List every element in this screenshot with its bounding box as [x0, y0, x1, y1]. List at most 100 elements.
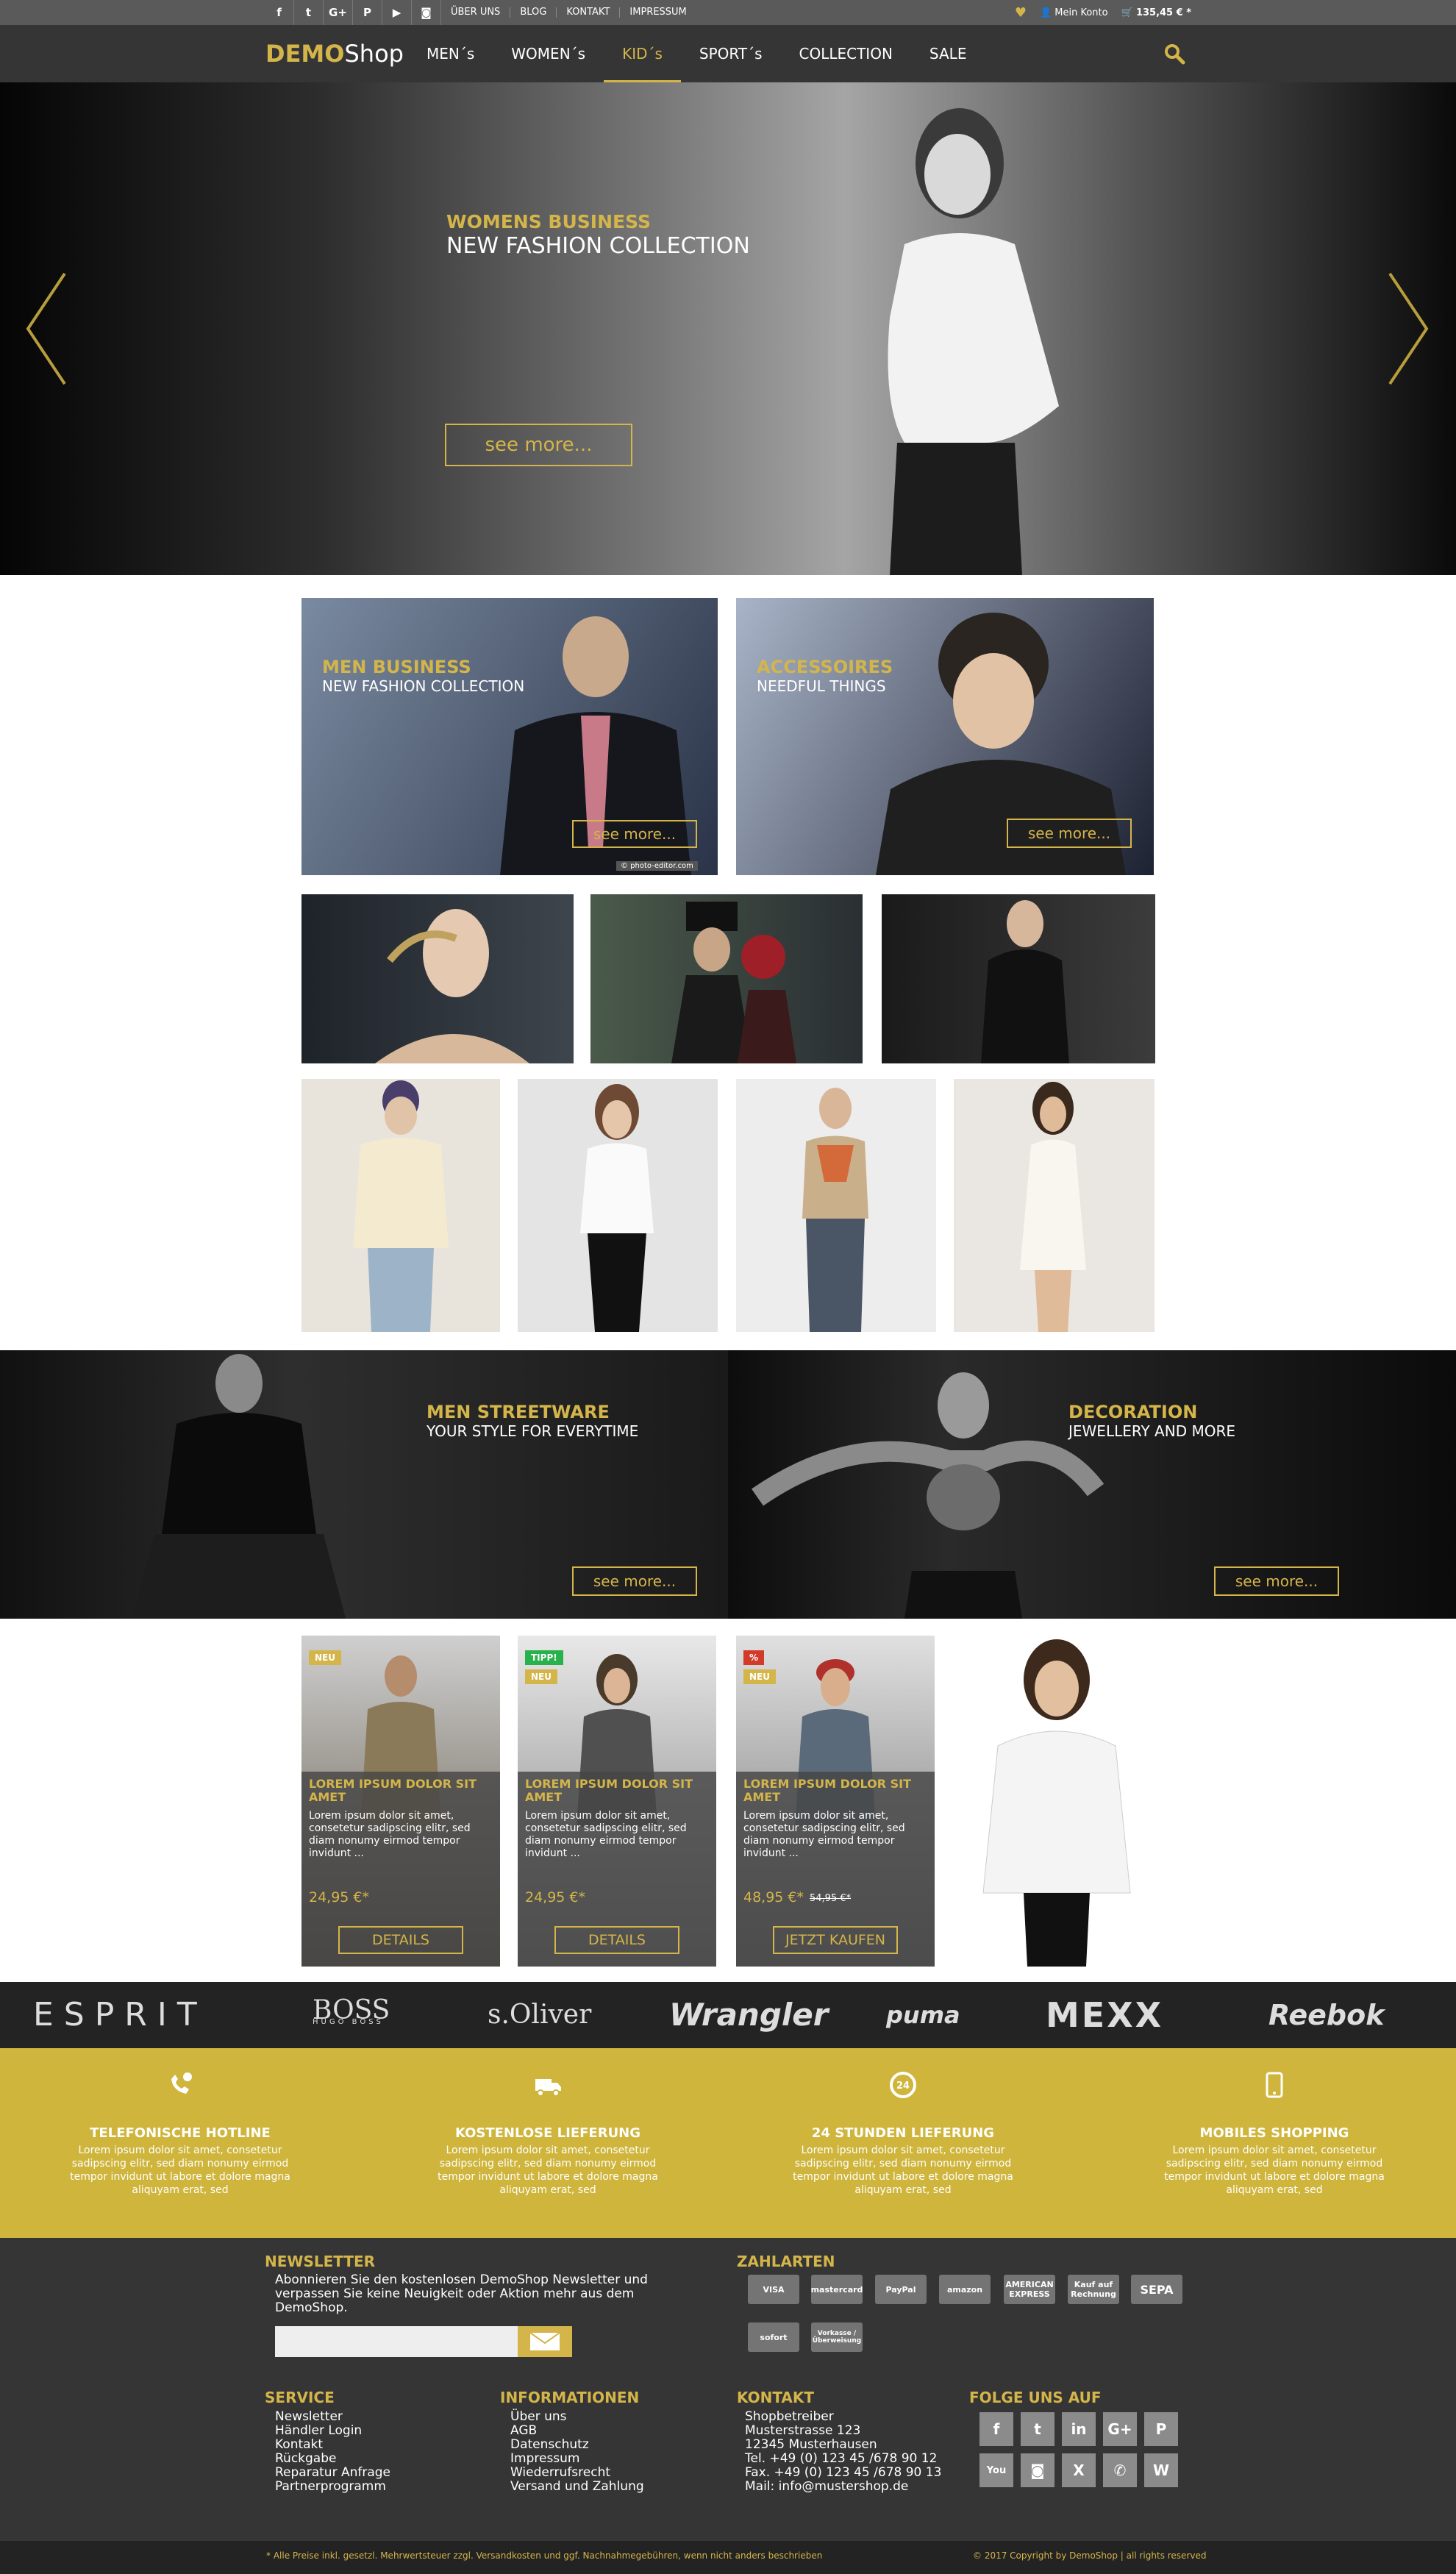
- pinterest-icon[interactable]: P: [1144, 2412, 1178, 2446]
- facebook-icon[interactable]: f: [265, 0, 294, 25]
- slider-next-arrow-icon[interactable]: [1382, 266, 1434, 391]
- contact-line: Musterstrasse 123: [745, 2423, 861, 2438]
- product-info: LOREM IPSUM DOLOR SIT AMET Lorem ipsum d…: [736, 1772, 935, 1967]
- feature-description: Lorem ipsum dolor sit amet, consetetur s…: [438, 2145, 658, 2196]
- details-button[interactable]: DETAILS: [554, 1926, 679, 1954]
- slider-prev-arrow-icon[interactable]: [21, 266, 72, 391]
- cart-icon: 🛒: [1121, 7, 1133, 18]
- brand-boss-sub: HUGO BOSS: [313, 2018, 384, 2026]
- image-tile-model-4[interactable]: [954, 1079, 1155, 1332]
- nav-item-mens[interactable]: MEN´s: [408, 25, 493, 82]
- youtube-icon[interactable]: ▶: [382, 0, 412, 25]
- search-icon[interactable]: [1163, 43, 1185, 65]
- product-price: 24,95 €*: [525, 1889, 586, 1905]
- image-tile-sweater-man[interactable]: [882, 894, 1155, 1063]
- info-link[interactable]: Impressum: [510, 2452, 644, 2466]
- badge-neu: NEU: [525, 1669, 557, 1684]
- bottom-bar: * Alle Preise inkl. gesetzl. Mehrwertste…: [0, 2541, 1456, 2574]
- info-link[interactable]: Über uns: [510, 2410, 644, 2424]
- product-card[interactable]: TIPP! NEU LOREM IPSUM DOLOR SIT AMET Lor…: [518, 1636, 716, 1967]
- account-link[interactable]: 👤 Mein Konto: [1040, 7, 1108, 18]
- linkedin-icon[interactable]: in: [1062, 2412, 1096, 2446]
- info-link[interactable]: Datenschutz: [510, 2438, 644, 2452]
- newsletter-submit-button[interactable]: [518, 2326, 572, 2357]
- decoration-see-more-button[interactable]: see more...: [1214, 1566, 1339, 1596]
- streetware-see-more-button[interactable]: see more...: [572, 1566, 697, 1596]
- badge-tipp: TIPP!: [525, 1650, 563, 1665]
- brand-wrangler[interactable]: Wrangler: [669, 1982, 828, 2048]
- contact-email-link[interactable]: Mail: info@mustershop.de: [745, 2480, 941, 2494]
- price-disclaimer: * Alle Preise inkl. gesetzl. Mehrwertste…: [266, 2550, 823, 2561]
- service-link[interactable]: Kontakt: [275, 2438, 390, 2452]
- brand-puma[interactable]: puma: [886, 1982, 960, 2048]
- service-link[interactable]: Rückgabe: [275, 2452, 390, 2466]
- account-label: Mein Konto: [1054, 7, 1108, 18]
- heart-icon[interactable]: ♥: [1015, 5, 1027, 21]
- newsletter-email-input[interactable]: [275, 2326, 518, 2357]
- wordpress-icon[interactable]: W: [1144, 2453, 1178, 2487]
- nav-item-sale[interactable]: SALE: [911, 25, 985, 82]
- googleplus-icon[interactable]: G+: [1103, 2412, 1137, 2446]
- tile-subtitle: NEEDFUL THINGS: [757, 677, 886, 695]
- image-tile-model-1[interactable]: [301, 1079, 500, 1332]
- link-ueber-uns[interactable]: ÜBER UNS: [441, 7, 511, 18]
- banner-men-streetware[interactable]: MEN STREETWARE YOUR STYLE FOR EVERYTIME …: [0, 1350, 728, 1619]
- hero-see-more-button[interactable]: see more...: [445, 424, 632, 466]
- facebook-icon[interactable]: f: [979, 2412, 1013, 2446]
- service-link[interactable]: Händler Login: [275, 2424, 390, 2438]
- service-link[interactable]: Partnerprogramm: [275, 2480, 390, 2494]
- image-tile-model-2[interactable]: [518, 1079, 718, 1332]
- twitter-icon[interactable]: t: [1021, 2412, 1054, 2446]
- tile-subtitle: NEW FASHION COLLECTION: [322, 677, 525, 695]
- men-business-see-more-button[interactable]: see more...: [572, 820, 697, 848]
- pinterest-icon[interactable]: P: [353, 0, 382, 25]
- youtube-icon[interactable]: You: [979, 2453, 1013, 2487]
- logo-bold: DEMO: [265, 40, 345, 68]
- nav-item-sports[interactable]: SPORT´s: [681, 25, 781, 82]
- brand-mexx[interactable]: MEXX: [1046, 1982, 1163, 2048]
- brand-soliver[interactable]: s.Oliver: [488, 1982, 591, 2048]
- product-info: LOREM IPSUM DOLOR SIT AMET Lorem ipsum d…: [301, 1772, 500, 1967]
- model-1-photo: [353, 1080, 449, 1332]
- tile-accessoires[interactable]: ACCESSOIRES NEEDFUL THINGS see more...: [736, 598, 1154, 875]
- product-card[interactable]: NEU LOREM IPSUM DOLOR SIT AMET Lorem ips…: [301, 1636, 500, 1967]
- info-link[interactable]: Wiederrufsrecht: [510, 2466, 644, 2480]
- instagram-icon[interactable]: ◙: [1021, 2453, 1054, 2487]
- newsletter-heading: NEWSLETTER: [265, 2253, 376, 2270]
- image-tile-jewellery-woman[interactable]: [301, 894, 574, 1063]
- feature-title: KOSTENLOSE LIEFERUNG: [454, 2125, 641, 2141]
- info-link[interactable]: Versand und Zahlung: [510, 2480, 644, 2494]
- nav-menu: MEN´s WOMEN´s KID´s SPORT´s COLLECTION S…: [408, 25, 985, 82]
- service-link[interactable]: Reparatur Anfrage: [275, 2466, 390, 2480]
- contact-list: Shopbetreiber Musterstrasse 123 12345 Mu…: [745, 2410, 941, 2494]
- nav-item-collection[interactable]: COLLECTION: [781, 25, 911, 82]
- details-button[interactable]: DETAILS: [338, 1926, 463, 1954]
- payment-prepayment: Vorkasse / Überweisung: [811, 2322, 863, 2352]
- xing-icon[interactable]: X: [1062, 2453, 1096, 2487]
- product-card[interactable]: % NEU LOREM IPSUM DOLOR SIT AMET Lorem i…: [736, 1636, 935, 1967]
- twitter-icon[interactable]: t: [294, 0, 324, 25]
- link-kontakt[interactable]: KONTAKT: [557, 7, 621, 18]
- instagram-icon[interactable]: ◙: [412, 0, 441, 25]
- nav-item-kids[interactable]: KID´s: [604, 25, 681, 82]
- link-blog[interactable]: BLOG: [510, 7, 557, 18]
- banner-decoration[interactable]: DECORATION JEWELLERY AND MORE see more..…: [728, 1350, 1456, 1619]
- payment-amazon: amazon: [939, 2275, 991, 2304]
- info-link[interactable]: AGB: [510, 2424, 644, 2438]
- shop-logo[interactable]: DEMOShop: [265, 40, 404, 68]
- accessoires-see-more-button[interactable]: see more...: [1007, 819, 1132, 848]
- buy-now-button[interactable]: JETZT KAUFEN: [773, 1926, 898, 1954]
- service-link[interactable]: Newsletter: [275, 2410, 390, 2424]
- service-list: Newsletter Händler Login Kontakt Rückgab…: [275, 2410, 390, 2494]
- payment-invoice: Kauf auf Rechnung: [1068, 2275, 1119, 2304]
- image-tile-model-3[interactable]: [736, 1079, 936, 1332]
- cart-link[interactable]: 🛒 135,45 € *: [1121, 7, 1191, 18]
- tile-men-business[interactable]: MEN BUSINESS NEW FASHION COLLECTION see …: [301, 598, 718, 875]
- product-description: Lorem ipsum dolor sit amet, consetetur s…: [743, 1810, 905, 1859]
- brand-esprit[interactable]: ESPRIT: [33, 1982, 207, 2048]
- whatsapp-icon[interactable]: ✆: [1103, 2453, 1137, 2487]
- brand-reebok[interactable]: Reebok: [1268, 1982, 1385, 2048]
- nav-item-womens[interactable]: WOMEN´s: [493, 25, 604, 82]
- image-tile-couple[interactable]: [590, 894, 863, 1063]
- googleplus-icon[interactable]: G+: [324, 0, 353, 25]
